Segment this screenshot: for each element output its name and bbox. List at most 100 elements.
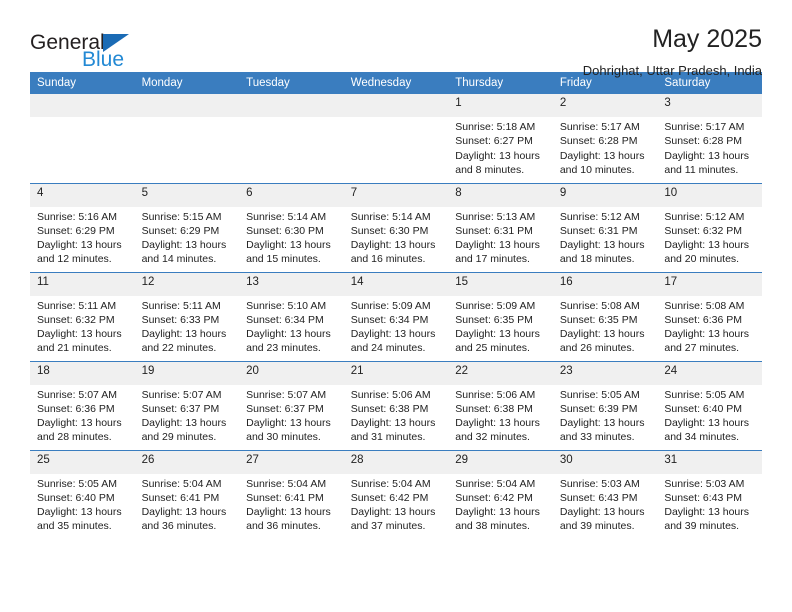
page-header: General Blue May 2025 Dohrighat, Uttar P… [30, 0, 762, 77]
logo-word-general: General [30, 31, 105, 54]
calendar-day-cell[interactable]: 12 Sunrise: 5:11 AM Sunset: 6:33 PM Dayligh… [134, 271, 240, 361]
sun-info: Sunrise: 5:15 AM Sunset: 6:29 PM Daylight:… [135, 207, 240, 267]
calendar-day-cell[interactable]: 27 Sunrise: 5:04 AM Sunset: 6:41 PM Dayligh… [239, 449, 344, 539]
sun-info-line: Daylight: 13 hours [664, 328, 750, 341]
calendar-day-cell[interactable]: 23 Sunrise: 5:05 AM Sunset: 6:39 PM Dayligh… [552, 360, 658, 450]
calendar-body: 1 Sunrise: 5:18 AM Sunset: 6:27 PM Daylight… [30, 94, 762, 539]
calendar-day-cell[interactable]: 13 Sunrise: 5:10 AM Sunset: 6:34 PM Dayligh… [239, 271, 344, 361]
day-number: 1 [448, 94, 553, 117]
day-number [343, 94, 449, 117]
day-number: 5 [134, 183, 240, 207]
calendar-day-cell[interactable]: 28 Sunrise: 5:04 AM Sunset: 6:42 PM Dayligh… [343, 449, 449, 539]
calendar-day-cell[interactable]: 20 Sunrise: 5:07 AM Sunset: 6:37 PM Dayligh… [239, 360, 344, 450]
sun-info-line: Sunset: 6:32 PM [37, 313, 115, 326]
sun-info-line: Sunset: 6:31 PM [559, 224, 638, 237]
sun-info-line: Sunrise: 5:06 AM [350, 388, 431, 401]
sun-info-line: Sunset: 6:27 PM [455, 135, 533, 148]
calendar-day-cell[interactable]: 1 Sunrise: 5:18 AM Sunset: 6:27 PM Daylight… [448, 94, 553, 183]
calendar-day-cell[interactable]: 5 Sunrise: 5:15 AM Sunset: 6:29 PM Daylight… [134, 182, 240, 272]
sun-info-line: Sunrise: 5:05 AM [559, 388, 640, 401]
sun-info-line: Sunset: 6:38 PM [350, 402, 429, 415]
calendar-week-row: 25 Sunrise: 5:05 AM Sunset: 6:40 PM Dayligh… [30, 449, 762, 539]
sun-info-line: Daylight: 13 hours [559, 328, 645, 341]
calendar-day-cell[interactable]: 16 Sunrise: 5:08 AM Sunset: 6:35 PM Dayligh… [552, 271, 658, 361]
sun-info-line: Daylight: 13 hours [350, 506, 436, 519]
sun-info: Sunrise: 5:08 AM Sunset: 6:36 PM Daylight:… [657, 296, 762, 356]
day-number: 6 [239, 183, 344, 207]
sun-info-line: and 16 minutes. [350, 253, 426, 266]
day-number: 12 [134, 272, 240, 296]
sun-info-line: and 17 minutes. [455, 253, 530, 266]
day-number: 22 [448, 361, 553, 385]
sun-info-line: Daylight: 13 hours [559, 149, 645, 162]
sun-info: Sunrise: 5:05 AM Sunset: 6:40 PM Daylight:… [30, 474, 135, 534]
sun-info-line: Daylight: 13 hours [37, 328, 122, 341]
calendar-day-cell[interactable]: 14 Sunrise: 5:09 AM Sunset: 6:34 PM Dayligh… [343, 271, 449, 361]
calendar-week-row: 1 Sunrise: 5:18 AM Sunset: 6:27 PM Daylight… [30, 94, 762, 183]
sun-info-line: Sunrise: 5:04 AM [455, 477, 536, 490]
day-number: 9 [552, 183, 658, 207]
sun-info-line: Daylight: 13 hours [246, 239, 331, 252]
sun-info-line: Sunrise: 5:16 AM [37, 210, 117, 223]
calendar-day-cell[interactable]: 2 Sunrise: 5:17 AM Sunset: 6:28 PM Daylight… [552, 94, 658, 183]
sun-info-line: and 10 minutes. [559, 163, 635, 176]
sun-info-line: Sunrise: 5:17 AM [559, 121, 640, 133]
sun-info-line: Daylight: 13 hours [246, 506, 331, 519]
weekday-header-sunday: Sunday [30, 72, 135, 94]
day-number: 26 [134, 450, 240, 474]
calendar-day-cell[interactable]: 6 Sunrise: 5:14 AM Sunset: 6:30 PM Daylight… [239, 182, 344, 272]
calendar-day-cell[interactable]: 9 Sunrise: 5:12 AM Sunset: 6:31 PM Daylight… [552, 182, 658, 272]
calendar-day-cell[interactable]: 11 Sunrise: 5:11 AM Sunset: 6:32 PM Dayligh… [30, 271, 135, 361]
sun-info-line: Sunset: 6:32 PM [664, 224, 743, 237]
sun-info: Sunrise: 5:16 AM Sunset: 6:29 PM Daylight:… [30, 207, 135, 267]
sun-info: Sunrise: 5:05 AM Sunset: 6:40 PM Daylight:… [657, 385, 762, 445]
calendar-day-cell[interactable]: 4 Sunrise: 5:16 AM Sunset: 6:29 PM Daylight… [30, 182, 135, 272]
sun-info: Sunrise: 5:05 AM Sunset: 6:39 PM Daylight:… [553, 385, 658, 445]
sun-info-line: Sunrise: 5:03 AM [664, 477, 745, 490]
day-number: 15 [448, 272, 553, 296]
sun-info-line: and 21 minutes. [37, 342, 112, 355]
sun-info: Sunrise: 5:07 AM Sunset: 6:37 PM Daylight:… [239, 385, 344, 445]
sun-info-line: and 12 minutes. [37, 253, 112, 266]
day-number: 21 [343, 361, 449, 385]
sun-info-line: Sunrise: 5:04 AM [246, 477, 327, 490]
sun-info: Sunrise: 5:10 AM Sunset: 6:34 PM Daylight:… [239, 296, 344, 356]
sun-info-line: Daylight: 13 hours [350, 239, 436, 252]
calendar-day-cell[interactable]: 15 Sunrise: 5:09 AM Sunset: 6:35 PM Dayligh… [448, 271, 553, 361]
sun-info-line: Sunrise: 5:14 AM [246, 210, 327, 223]
sun-info: Sunrise: 5:04 AM Sunset: 6:42 PM Daylight:… [344, 474, 449, 534]
calendar-day-cell[interactable]: 25 Sunrise: 5:05 AM Sunset: 6:40 PM Dayligh… [30, 449, 135, 539]
calendar-day-cell[interactable]: 17 Sunrise: 5:08 AM Sunset: 6:36 PM Dayligh… [657, 271, 762, 361]
sun-info-line: and 11 minutes. [664, 163, 739, 176]
calendar-day-cell[interactable]: 22 Sunrise: 5:06 AM Sunset: 6:38 PM Dayligh… [448, 360, 553, 450]
calendar-week-row: 4 Sunrise: 5:16 AM Sunset: 6:29 PM Daylight… [30, 182, 762, 272]
sun-info-line: Sunrise: 5:17 AM [664, 121, 745, 133]
calendar-day-cell[interactable]: 26 Sunrise: 5:04 AM Sunset: 6:41 PM Dayligh… [134, 449, 240, 539]
day-number: 28 [343, 450, 449, 474]
sun-info-line: Daylight: 13 hours [455, 417, 540, 430]
calendar-day-cell[interactable]: 10 Sunrise: 5:12 AM Sunset: 6:32 PM Dayligh… [657, 182, 762, 272]
sun-info-line: Sunset: 6:41 PM [141, 491, 220, 504]
calendar-day-cell[interactable]: 31 Sunrise: 5:03 AM Sunset: 6:43 PM Dayligh… [657, 449, 762, 539]
sun-info-line: Sunset: 6:42 PM [455, 491, 533, 504]
sun-info-line: Sunset: 6:38 PM [455, 402, 533, 415]
calendar-day-cell[interactable]: 21 Sunrise: 5:06 AM Sunset: 6:38 PM Dayligh… [343, 360, 449, 450]
calendar-day-cell[interactable]: 19 Sunrise: 5:07 AM Sunset: 6:37 PM Dayligh… [134, 360, 240, 450]
sun-info-line: Sunset: 6:28 PM [559, 135, 638, 148]
sun-info-line: Sunset: 6:36 PM [664, 313, 743, 326]
sun-info-line: Daylight: 13 hours [141, 328, 227, 341]
calendar-day-cell[interactable]: 7 Sunrise: 5:14 AM Sunset: 6:30 PM Daylight… [343, 182, 449, 272]
calendar-day-cell[interactable]: 24 Sunrise: 5:05 AM Sunset: 6:40 PM Dayligh… [657, 360, 762, 450]
sun-info: Sunrise: 5:03 AM Sunset: 6:43 PM Daylight:… [553, 474, 658, 534]
sun-info-line: Daylight: 13 hours [350, 417, 436, 430]
calendar-day-cell[interactable]: 3 Sunrise: 5:17 AM Sunset: 6:28 PM Daylight… [657, 94, 762, 183]
calendar-day-cell[interactable]: 18 Sunrise: 5:07 AM Sunset: 6:36 PM Dayligh… [30, 360, 135, 450]
sun-info-line: Sunrise: 5:12 AM [559, 210, 640, 223]
sun-info-line: Sunset: 6:30 PM [246, 224, 324, 237]
calendar-day-cell[interactable]: 30 Sunrise: 5:03 AM Sunset: 6:43 PM Dayligh… [552, 449, 658, 539]
day-number: 3 [657, 94, 762, 117]
day-number: 23 [552, 361, 658, 385]
weekday-header-tuesday: Tuesday [239, 72, 344, 94]
calendar-day-cell[interactable]: 8 Sunrise: 5:13 AM Sunset: 6:31 PM Daylight… [448, 182, 553, 272]
calendar-day-cell[interactable]: 29 Sunrise: 5:04 AM Sunset: 6:42 PM Dayligh… [448, 449, 553, 539]
